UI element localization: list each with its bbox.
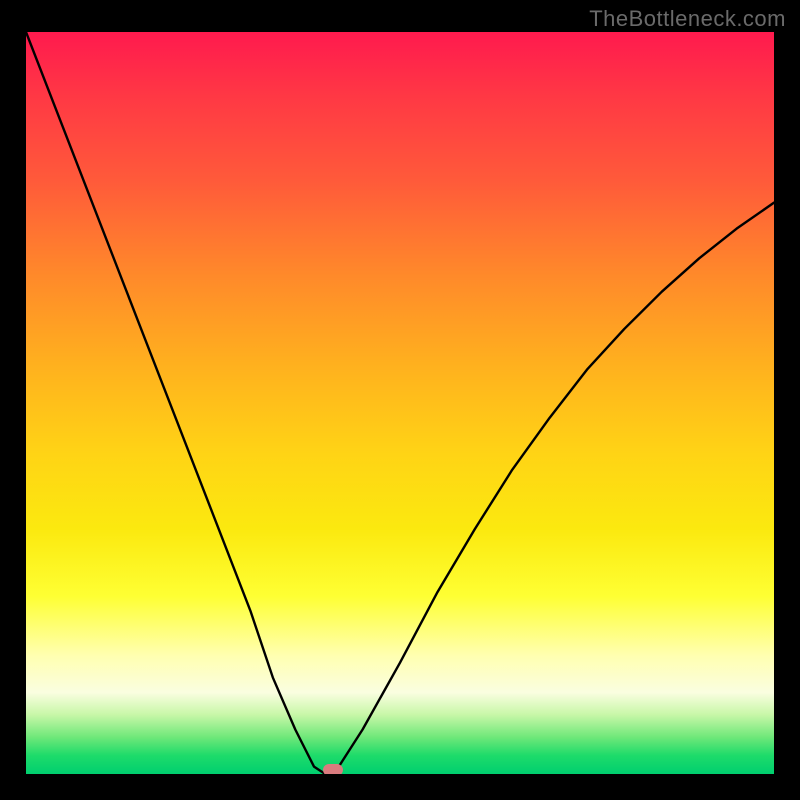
plot-area <box>26 32 774 774</box>
watermark-text: TheBottleneck.com <box>589 6 786 32</box>
chart-frame: TheBottleneck.com <box>0 0 800 800</box>
min-point-marker <box>323 764 343 774</box>
curve-layer <box>26 32 774 774</box>
bottleneck-curve-path <box>26 32 774 774</box>
